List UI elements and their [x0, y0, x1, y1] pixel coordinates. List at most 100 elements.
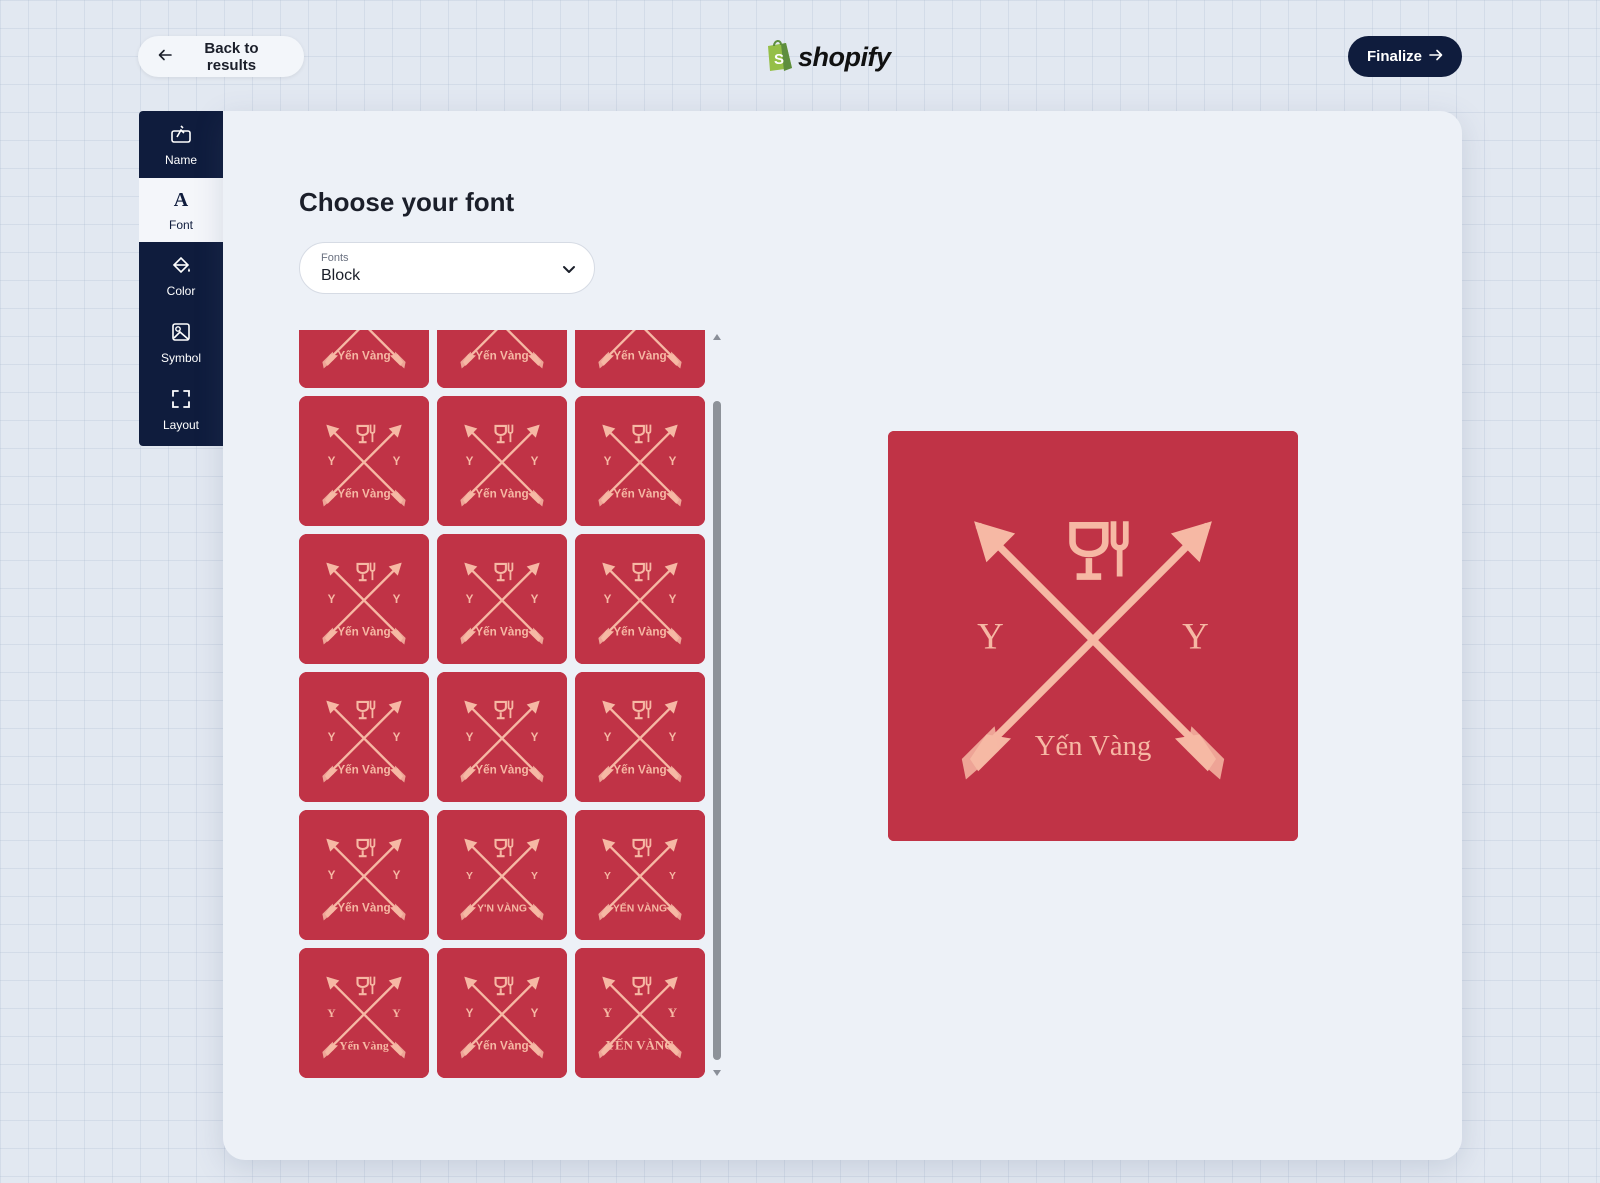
sidebar-item-name[interactable]: Name [139, 111, 223, 178]
font-icon: A [170, 188, 192, 213]
font-option-tile[interactable]: Y Y Yến Vàng [575, 534, 705, 664]
logo-name-text: Yến Vàng [475, 349, 528, 362]
back-to-results-button[interactable]: Back to results [138, 36, 304, 77]
initial-right: Y [669, 593, 677, 606]
logo-name-text: Yến Vàng [475, 763, 528, 776]
logo-name-text: Yến Vàng [613, 625, 666, 638]
initial-right: Y [393, 593, 401, 606]
select-label: Fonts [321, 252, 349, 264]
sidebar-item-label: Color [166, 283, 196, 298]
initial-right: Y [531, 1007, 539, 1020]
sidebar-item-font[interactable]: A Font [139, 178, 223, 242]
initial-right: Y [669, 871, 676, 882]
initial-left: Y [466, 455, 474, 468]
initial-right: Y [393, 869, 401, 882]
logo-name-text: YẾN VÀNG [606, 1037, 675, 1052]
font-option-tile[interactable]: Y Y YẾN VÀNG [575, 810, 705, 940]
scroll-down-arrow[interactable] [713, 1070, 721, 1076]
initial-left: Y [466, 1007, 474, 1020]
sidebar-item-label: Layout [162, 417, 200, 432]
font-editor-panel: Choose your font Fonts Block YYYến VàngY… [223, 111, 1462, 1160]
sidebar-item-symbol[interactable]: Symbol [139, 309, 223, 376]
font-option-tile[interactable]: YYYến Vàng [437, 330, 567, 388]
logo-preview: Y Y Yến Vàng [888, 431, 1298, 841]
symbol-icon [170, 321, 192, 346]
font-list-scrollbar[interactable] [711, 330, 723, 1080]
logo-name-text: Yến Vàng [337, 763, 390, 776]
initial-right: Y [531, 455, 539, 468]
font-option-tile[interactable]: YYYến Vàng [299, 330, 429, 388]
initial-left: Y [604, 455, 612, 468]
font-option-tile[interactable]: YYYến Vàng [437, 534, 567, 664]
initial-left: Y [466, 593, 474, 606]
initial-right: Y [392, 1007, 401, 1020]
scrollbar-thumb[interactable] [713, 401, 721, 1060]
logo-name-text: Yến Vàng [337, 487, 390, 500]
font-option-tile[interactable]: YYYến Vàng [575, 330, 705, 388]
font-option-tile[interactable]: Y Y Yến Vàng [299, 396, 429, 526]
font-options-list: Y Y Yến Vàng Y Y Yến Vàng Y Y Yến Vàng Y Y Yến Vàng… [299, 330, 709, 1080]
initial-left: Y [466, 871, 473, 882]
logo-name-text: Yến Vàng [337, 349, 390, 362]
arrow-left-icon [158, 48, 172, 66]
shopify-logo: S shopify [764, 38, 891, 77]
logo-name-text: Yến Vàng [613, 763, 666, 776]
initial-left: Y [327, 1007, 336, 1020]
initial-right: Y [393, 731, 401, 744]
name-icon [170, 123, 192, 148]
initial-left: Y [466, 731, 474, 744]
font-option-tile[interactable]: Y Y Yến Vàng [437, 672, 567, 802]
font-option-tile[interactable]: Y Y Yến Vàng [437, 948, 567, 1078]
logo-name-text: Yến Vàng [475, 1039, 528, 1052]
logo-name-text: Yến Vàng [337, 901, 390, 914]
logo-name-text: Yến Vàng [475, 487, 528, 500]
finalize-button[interactable]: Finalize [1348, 36, 1462, 77]
font-option-tile[interactable]: YYYến Vàng [299, 534, 429, 664]
font-option-tile[interactable]: Y Y Y'N VÀNG [437, 810, 567, 940]
font-option-tile[interactable]: Y Y Yến Vàng [437, 396, 567, 526]
font-option-tile[interactable]: Y Y Yến Vàng [299, 948, 429, 1078]
initial-left: Y [603, 1005, 613, 1020]
arrow-right-icon [1429, 48, 1443, 66]
paint-bucket-icon [170, 254, 192, 279]
logo-text: shopify [798, 42, 891, 72]
font-category-select[interactable]: Fonts Block [299, 242, 595, 294]
svg-text:S: S [774, 51, 784, 68]
font-option-tile[interactable]: Y Y Yến Vàng [299, 672, 429, 802]
initial-left: Y [604, 731, 612, 744]
layout-icon [170, 388, 192, 413]
initial-left: Y [604, 593, 612, 606]
sidebar-item-label: Name [164, 152, 197, 167]
logo-name-text: Yến Vàng [613, 487, 666, 500]
font-option-tile[interactable]: YYYến Vàng [299, 810, 429, 940]
logo-name-text: Yến Vàng [1035, 730, 1152, 762]
scroll-up-arrow[interactable] [713, 334, 721, 340]
back-label: Back to results [204, 39, 259, 74]
editor-sidebar: Name A Font Color Symbol Layout [139, 111, 223, 446]
initial-right: Y [393, 455, 401, 468]
logo-name-text: YẾN VÀNG [613, 901, 667, 914]
shopify-bag-icon: S [764, 38, 794, 77]
initial-left: Y [977, 615, 1004, 656]
font-option-tile[interactable]: Y Y Yến Vàng [575, 672, 705, 802]
initial-right: Y [669, 731, 677, 744]
font-option-tile[interactable]: Y Y Yến Vàng [575, 396, 705, 526]
svg-text:A: A [174, 189, 189, 210]
logo-name-text: Yến Vàng [337, 625, 390, 638]
initial-right: Y [669, 455, 677, 468]
font-option-tile[interactable]: Y Y YẾN VÀNG [575, 948, 705, 1078]
initial-right: Y [1182, 615, 1209, 656]
font-options-grid: Y Y Yến Vàng Y Y Yến Vàng Y Y Yến Vàng Y Y Yến Vàng… [299, 330, 705, 1078]
initial-left: Y [328, 731, 336, 744]
logo-name-text: Yến Vàng [613, 349, 666, 362]
initial-right: Y [668, 1005, 678, 1020]
initial-left: Y [604, 871, 611, 882]
page-title: Choose your font [299, 187, 515, 217]
logo-name-text: Yến Vàng [339, 1039, 389, 1052]
initial-right: Y [531, 731, 539, 744]
initial-left: Y [328, 455, 336, 468]
sidebar-item-label: Symbol [160, 350, 201, 365]
logo-name-text: Y'N VÀNG [477, 901, 527, 914]
sidebar-item-color[interactable]: Color [139, 242, 223, 309]
sidebar-item-layout[interactable]: Layout [139, 376, 223, 443]
